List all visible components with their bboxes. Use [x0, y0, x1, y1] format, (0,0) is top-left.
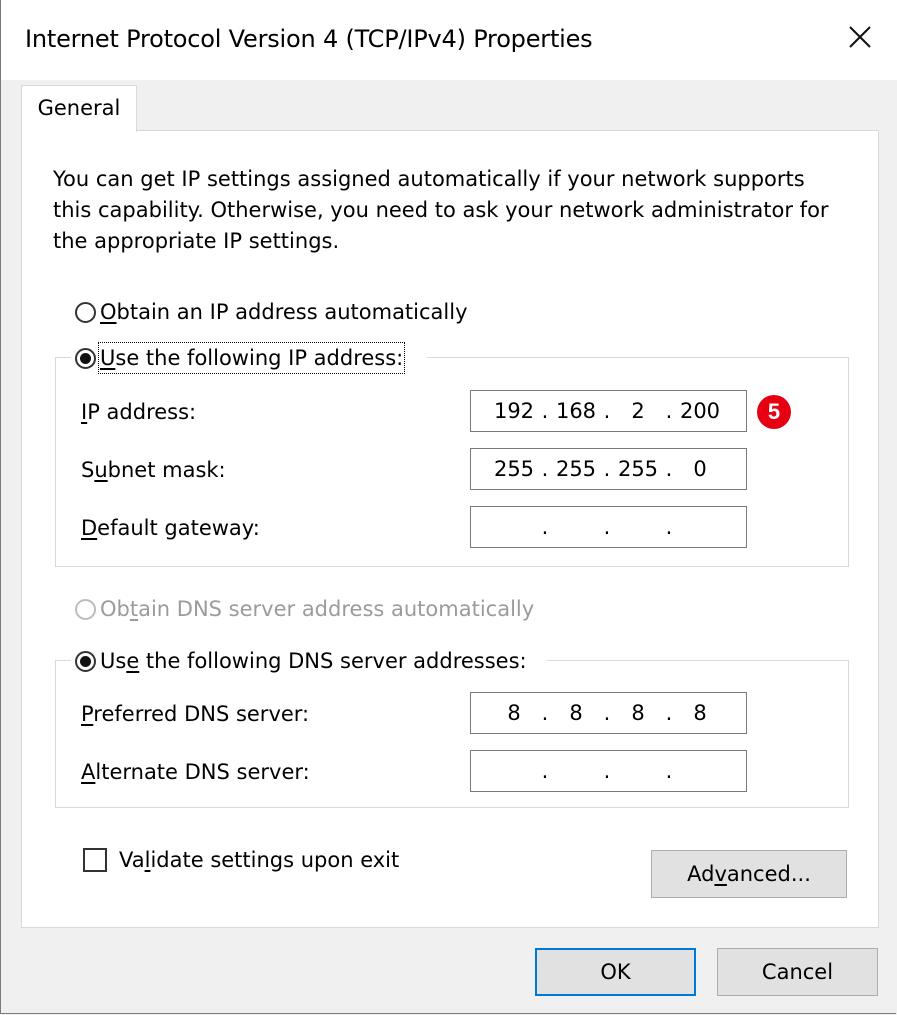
title-bar: Internet Protocol Version 4 (TCP/IPv4) P… [1, 0, 897, 80]
default-gateway-input[interactable]: . . . [470, 506, 747, 548]
radio-obtain-ip-auto[interactable]: Obtain an IP address automatically [75, 298, 468, 326]
radio-use-following-ip-label: Use the following IP address: [97, 342, 406, 374]
intro-text: You can get IP settings assigned automat… [53, 167, 829, 253]
window-title: Internet Protocol Version 4 (TCP/IPv4) P… [25, 25, 593, 53]
alternate-dns-input[interactable]: . . . [470, 750, 747, 792]
close-icon[interactable] [839, 18, 879, 58]
radio-obtain-dns-auto-label: Obtain DNS server address automatically [100, 597, 535, 621]
annotation-badge: 5 [757, 395, 791, 429]
cancel-button[interactable]: Cancel [717, 948, 878, 996]
default-gateway-label: Default gateway: [81, 516, 260, 540]
radio-circle[interactable] [75, 347, 96, 369]
ip-address-label: IP address: [81, 400, 197, 424]
preferred-dns-input[interactable]: 8 . 8 . 8 . 8 [470, 692, 747, 734]
alternate-dns-label: Alternate DNS server: [81, 760, 310, 784]
radio-use-following-dns[interactable]: Use the following DNS server addresses: [75, 647, 527, 675]
preferred-dns-label: Preferred DNS server: [81, 702, 310, 726]
radio-obtain-dns-auto: Obtain DNS server address automatically [75, 595, 534, 623]
ok-button[interactable]: OK [535, 948, 696, 996]
checkbox-box[interactable] [83, 848, 107, 872]
radio-use-following-dns-label: Use the following DNS server addresses: [100, 649, 527, 673]
subnet-mask-label: Subnet mask: [81, 458, 226, 482]
radio-circle[interactable] [75, 301, 96, 323]
radio-use-following-ip[interactable]: Use the following IP address: [75, 342, 406, 374]
radio-circle [75, 598, 96, 620]
subnet-mask-input[interactable]: 255 . 255 . 255 . 0 [470, 448, 747, 490]
validate-settings-checkbox[interactable]: Validate settings upon exit [83, 846, 399, 874]
validate-settings-label: Validate settings upon exit [119, 848, 400, 872]
ip-address-input[interactable]: 192 . 168 . 2 . 200 [470, 390, 747, 432]
dialog-window: Internet Protocol Version 4 (TCP/IPv4) P… [0, 0, 897, 1014]
advanced-button[interactable]: Advanced... [651, 850, 847, 898]
radio-circle[interactable] [75, 650, 96, 672]
radio-obtain-ip-auto-label: Obtain an IP address automatically [100, 300, 468, 324]
tab-general[interactable]: General [21, 85, 137, 132]
